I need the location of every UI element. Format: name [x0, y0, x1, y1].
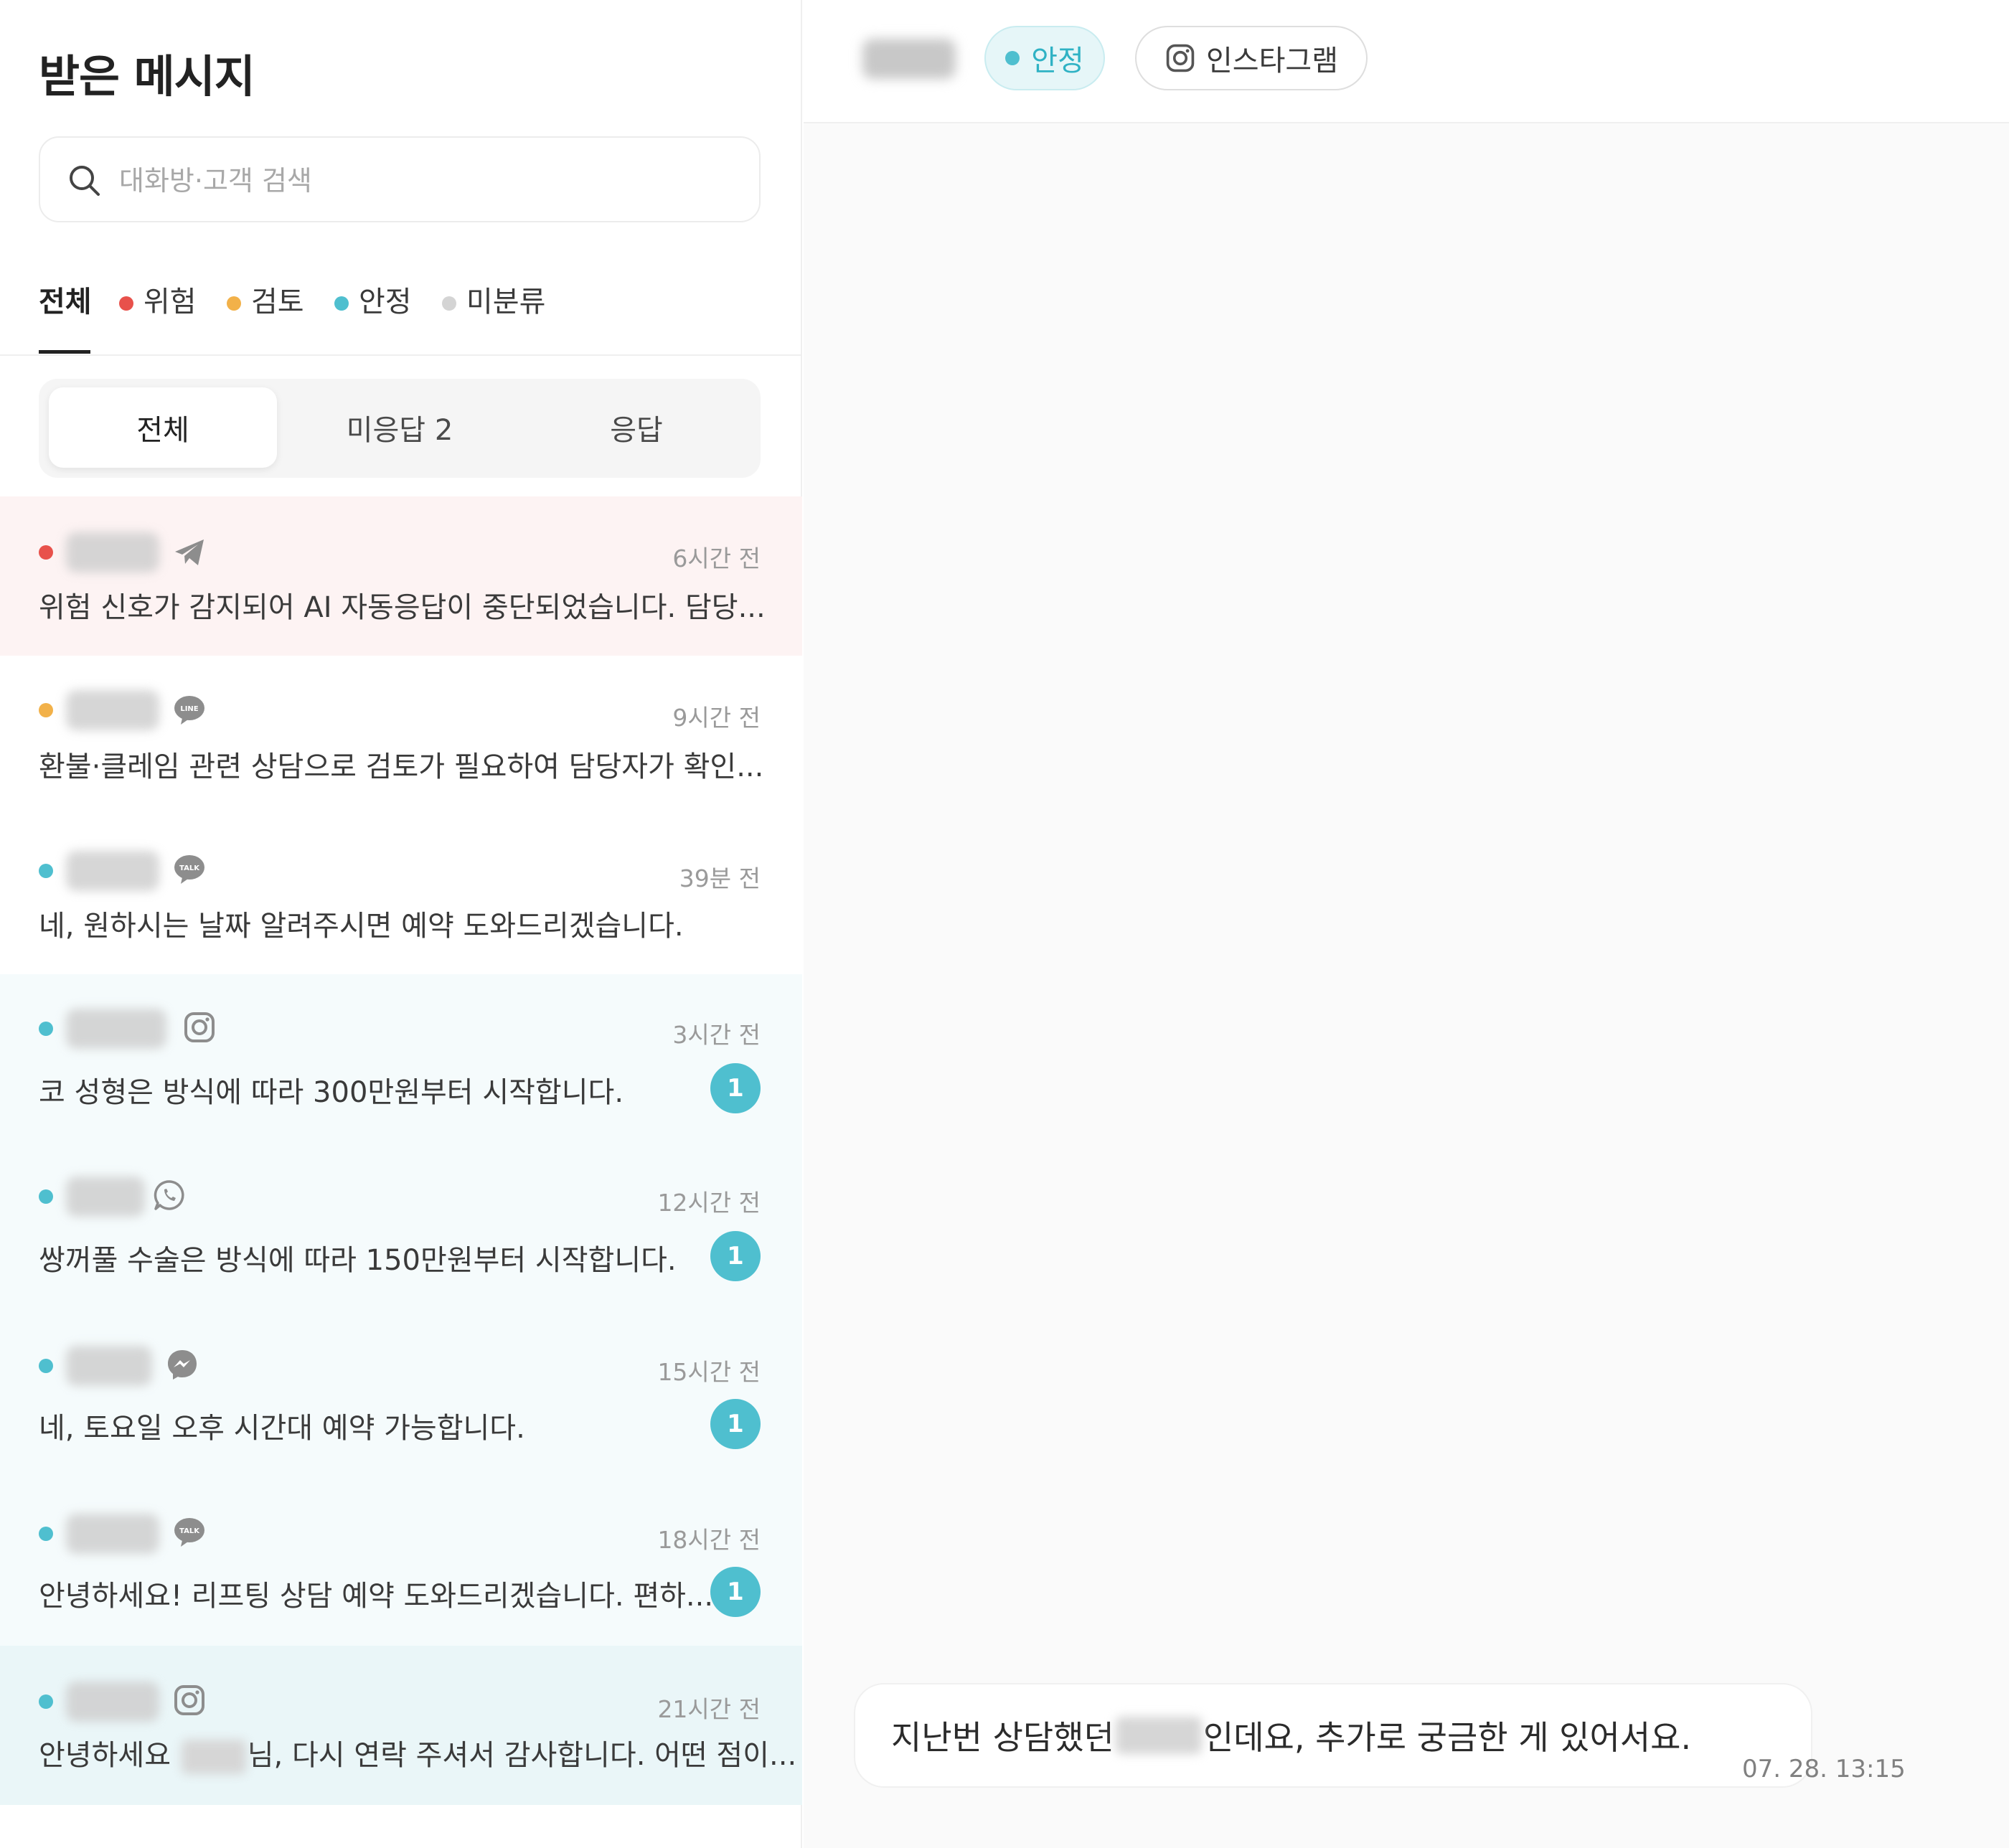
stable-status-dot [39, 1694, 53, 1709]
tab-stable[interactable]: 안정 [334, 278, 412, 356]
unclassified-dot-icon [442, 296, 456, 311]
search-input[interactable] [119, 152, 736, 209]
segment-all[interactable]: 전체 [49, 387, 277, 468]
customer-name-blurred [66, 1177, 145, 1217]
stable-dot-icon [1005, 51, 1020, 65]
chat-header: 안정 인스타그램 [804, 0, 2009, 123]
preview-text: 안녕하세요 [39, 1739, 180, 1772]
conversation-item[interactable]: 15시간 전 네, 토요일 오후 시간대 예약 가능합니다. 1 [0, 1310, 802, 1478]
review-dot-icon [227, 296, 241, 311]
svg-text:LINE: LINE [180, 705, 198, 713]
preview-text: 님, 다시 연락 주셔서 감사합니다. 어떤 점이... [247, 1739, 797, 1772]
conversation-item[interactable]: TALK 39분 전 네, 원하시는 날짜 알려주시면 예약 도와드리겠습니다. [0, 815, 802, 974]
unread-badge: 1 [710, 1063, 761, 1113]
unread-badge: 1 [710, 1567, 761, 1617]
search-box[interactable] [39, 136, 761, 222]
search-icon [70, 166, 100, 196]
tab-label: 전체 [39, 286, 92, 319]
incoming-message-bubble: 지난번 상담했던 인데요, 추가로 궁금한 게 있어서요. [854, 1683, 1812, 1788]
tab-label: 검토 [251, 286, 304, 319]
tab-all[interactable]: 전체 [39, 278, 92, 356]
tab-danger[interactable]: 위험 [119, 278, 197, 356]
stable-status-dot [39, 864, 53, 878]
stable-status-dot [39, 1527, 53, 1541]
instagram-icon [174, 1685, 204, 1715]
customer-name-blurred [862, 39, 956, 79]
customer-name-blurred [66, 690, 159, 730]
danger-dot-icon [119, 296, 133, 311]
tab-label: 미분류 [466, 286, 546, 319]
conversation-time: 12시간 전 [657, 1189, 761, 1217]
customer-name-blurred [66, 1682, 159, 1722]
conversation-time: 6시간 전 [672, 544, 761, 572]
stable-status-dot [39, 1022, 53, 1036]
instagram-icon [1166, 44, 1195, 72]
tab-review[interactable]: 검토 [227, 278, 304, 356]
risk-filter-tabs: 전체 위험 검토 안정 미분류 [39, 278, 802, 357]
conversation-preview: 네, 토요일 오후 시간대 예약 가능합니다. [39, 1412, 525, 1445]
conversation-time: 39분 전 [679, 864, 761, 892]
customer-name-blurred [66, 532, 159, 572]
line-icon: LINE [174, 696, 204, 725]
customer-name-blurred [181, 1740, 246, 1774]
tab-label: 안정 [359, 286, 412, 319]
conversation-time: 15시간 전 [657, 1358, 761, 1386]
whatsapp-icon [154, 1180, 184, 1210]
chat-panel: 안정 인스타그램 지난번 상담했던 인데요, 추가로 궁금한 게 있어서요. 0… [804, 0, 2009, 1848]
message-timestamp: 07. 28. 13:15 [1742, 1755, 1906, 1783]
segment-answered[interactable]: 응답 [522, 387, 751, 468]
tab-label: 위험 [144, 286, 197, 319]
status-label: 안정 [1031, 44, 1084, 77]
kakaotalk-icon: TALK [174, 855, 204, 884]
unread-badge: 1 [710, 1399, 761, 1449]
instagram-icon [184, 1012, 215, 1042]
segment-unanswered[interactable]: 미응답 2 [286, 387, 514, 468]
conversation-item[interactable]: 6시간 전 위험 신호가 감지되어 AI 자동응답이 중단되었습니다. 담당..… [0, 496, 802, 656]
conversation-item[interactable]: 12시간 전 쌍꺼풀 수술은 방식에 따라 150만원부터 시작합니다. 1 [0, 1142, 802, 1310]
message-text: 지난번 상담했던 [891, 1718, 1114, 1757]
review-status-dot [39, 703, 53, 717]
conversation-time: 9시간 전 [672, 704, 761, 732]
customer-name-blurred [1115, 1717, 1202, 1754]
unread-badge: 1 [710, 1231, 761, 1281]
channel-label: 인스타그램 [1206, 44, 1338, 77]
conversation-preview: 위험 신호가 감지되어 AI 자동응답이 중단되었습니다. 담당... [39, 591, 766, 624]
kakaotalk-icon: TALK [174, 1518, 204, 1547]
customer-name-blurred [66, 1346, 152, 1386]
customer-name-blurred [66, 851, 159, 891]
channel-badge[interactable]: 인스타그램 [1135, 26, 1368, 90]
inbox-sidebar: 받은 메시지 전체 위험 검토 안정 미분류 전체 미응답 [0, 0, 802, 1848]
message-text: 인데요, 추가로 궁금한 게 있어서요. [1203, 1718, 1692, 1757]
telegram-icon [175, 539, 204, 565]
conversation-time: 18시간 전 [657, 1526, 761, 1554]
conversation-time: 3시간 전 [672, 1021, 761, 1049]
stable-status-dot [39, 1189, 53, 1204]
status-badge[interactable]: 안정 [984, 26, 1105, 90]
messenger-icon [168, 1350, 197, 1380]
stable-dot-icon [334, 296, 349, 311]
conversation-item-selected[interactable]: 21시간 전 안녕하세요 님, 다시 연락 주셔서 감사합니다. 어떤 점이..… [0, 1646, 802, 1805]
svg-text:TALK: TALK [179, 1527, 200, 1535]
conversation-time: 21시간 전 [657, 1695, 761, 1723]
conversation-item[interactable]: TALK 18시간 전 안녕하세요! 리프팅 상담 예약 도와드리겠습니다. 편… [0, 1478, 802, 1646]
conversation-preview: 쌍꺼풀 수술은 방식에 따라 150만원부터 시작합니다. [39, 1244, 677, 1277]
conversation-preview: 코 성형은 방식에 따라 300만원부터 시작합니다. [39, 1076, 624, 1109]
stable-status-dot [39, 1359, 53, 1373]
customer-name-blurred [66, 1009, 166, 1049]
inbox-title: 받은 메시지 [39, 50, 255, 103]
response-segmented-control: 전체 미응답 2 응답 [39, 379, 761, 478]
conversation-item[interactable]: 3시간 전 코 성형은 방식에 따라 300만원부터 시작합니다. 1 [0, 974, 802, 1142]
tab-unclassified[interactable]: 미분류 [442, 278, 545, 356]
conversation-item[interactable]: LINE 9시간 전 환불·클레임 관련 상담으로 검토가 필요하여 담당자가 … [0, 656, 802, 815]
divider [0, 354, 802, 356]
active-tab-indicator [39, 350, 90, 354]
danger-status-dot [39, 545, 53, 560]
conversation-preview: 안녕하세요! 리프팅 상담 예약 도와드리겠습니다. 편하... [39, 1580, 714, 1613]
svg-text:TALK: TALK [179, 864, 200, 872]
conversation-preview: 안녕하세요 님, 다시 연락 주셔서 감사합니다. 어떤 점이... [39, 1732, 796, 1774]
conversation-preview: 네, 원하시는 날짜 알려주시면 예약 도와드리겠습니다. [39, 910, 684, 943]
customer-name-blurred [66, 1514, 159, 1554]
conversation-preview: 환불·클레임 관련 상담으로 검토가 필요하여 담당자가 확인... [39, 750, 764, 783]
